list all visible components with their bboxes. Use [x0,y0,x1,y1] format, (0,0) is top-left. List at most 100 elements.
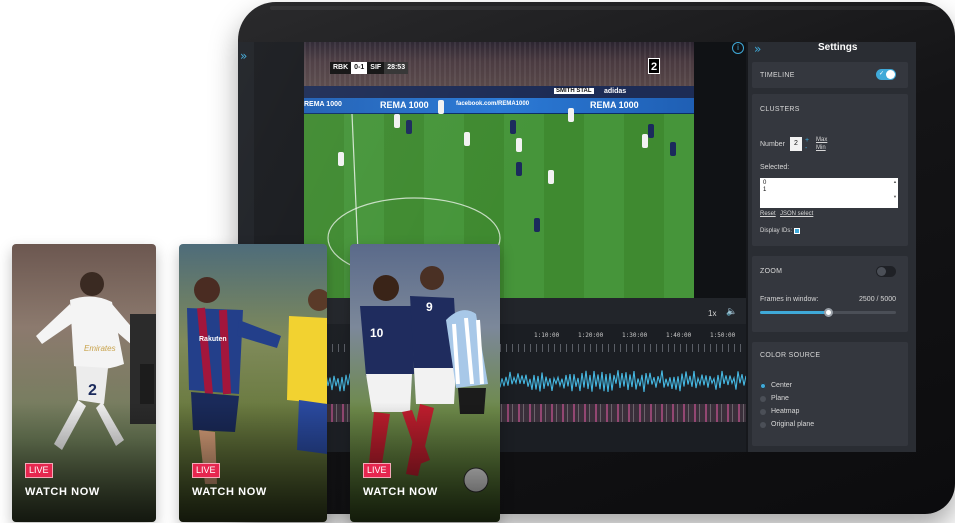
radio-button[interactable] [760,408,766,415]
frames-label: Frames in window: [760,296,819,303]
tick-label: 1:20:00 [578,332,604,339]
ad-facebook: facebook.com/REMA1000 [456,101,530,107]
player [406,120,412,134]
clusters-label: CLUSTERS [760,106,800,113]
card-gradient [12,402,156,522]
double-chevron-right-icon[interactable]: » [754,42,761,56]
player [438,100,444,114]
player [516,138,522,152]
live-card-2[interactable]: Rakuten LIVE WATCH NOW [179,244,327,522]
tick-label: 1:10:00 [534,332,560,339]
scoreboard-score: 0-1 [351,62,368,74]
radio-button[interactable] [760,395,766,402]
json-select-link[interactable]: JSON select [780,211,813,217]
double-chevron-right-icon[interactable]: » [240,50,247,62]
increment-icon[interactable]: + [805,137,809,144]
settings-panel: » Settings TIMELINE ✓ CLUSTERS Number 2 … [748,42,916,452]
radio-option-heatmap[interactable]: Heatmap [760,408,799,415]
reset-link[interactable]: Reset [760,211,776,217]
ad-smith: SMITH STAL [554,88,594,94]
scroll-arrows-icon[interactable]: ▲ ▼ [893,179,897,199]
zoom-label: ZOOM [760,268,783,275]
cluster-strip [254,404,746,422]
max-link[interactable]: Max [816,137,827,143]
jersey-sponsor: Emirates [84,344,116,353]
ad-adidas: adidas [604,88,627,95]
min-link[interactable]: Min [816,145,826,151]
tick-label: 1:50:00 [710,332,736,339]
audio-waveform [254,370,746,392]
live-card-1[interactable]: Emirates 2 LIVE WATCH NOW [12,244,156,522]
number-label: Number [760,141,785,148]
jersey-number: 10 [370,326,384,340]
scoreboard-time: 28:53 [384,62,409,74]
timeline-toggle[interactable]: ✓ [876,69,896,80]
ad-rema-center: REMA 1000 [380,100,429,110]
check-icon: ✓ [879,71,885,77]
video-letterbox [694,42,746,298]
watch-now-link[interactable]: WATCH NOW [25,486,100,498]
jersey-sponsor: Rakuten [199,336,227,343]
adboard-upper: adidas SMITH STAL [304,86,694,98]
frames-value: 2500 / 5000 [859,296,896,303]
radio-label: Heatmap [771,408,800,415]
toggle-knob [877,267,886,276]
player [670,142,676,156]
display-ids-label: Display IDs: [760,228,793,234]
player [464,132,470,146]
scoreboard-away: SIF [370,64,382,71]
player [548,170,554,184]
radio-button[interactable] [760,421,766,428]
radio-option-plane[interactable]: Plane [760,395,789,402]
selected-clusters-textarea[interactable]: 0 1 ▲ ▼ [760,178,898,208]
live-badge: LIVE [192,463,220,478]
scoreboard-home: RBK [333,64,349,71]
channel-badge: 2 [648,58,660,74]
watch-now-link[interactable]: WATCH NOW [192,486,267,498]
radio-label: Original plane [771,421,815,428]
live-card-3[interactable]: 10 9 LIVE WATCH NOW [350,244,500,522]
radio-label: Plane [771,395,789,402]
volume-icon[interactable]: 🔈 [726,307,737,317]
tick-label: 1:40:00 [666,332,692,339]
player [568,108,574,122]
timeline-ruler [254,344,746,352]
player [394,114,400,128]
player [338,152,344,166]
card-gradient [179,402,327,522]
device-bezel-highlight [270,6,940,10]
timeline-card: TIMELINE ✓ [752,62,908,88]
playback-speed[interactable]: 1x [708,309,716,318]
scoreboard: RBK 0-1 SIF 28:53 [330,62,409,74]
jersey-number: 2 [88,382,97,399]
frames-slider[interactable] [760,308,896,317]
settings-title: Settings [818,42,858,53]
timeline-label: TIMELINE [760,72,795,79]
radio-option-center[interactable]: Center [760,382,792,389]
decrement-icon[interactable]: - [805,145,807,152]
info-icon[interactable]: i [732,42,744,54]
radio-button[interactable] [760,382,766,389]
player [534,218,540,232]
radio-option-original-plane[interactable]: Original plane [760,421,814,428]
cluster-number-input[interactable]: 2 [790,137,802,151]
display-ids-checkbox[interactable] [794,228,800,234]
selected-label: Selected: [760,164,790,171]
slider-handle[interactable] [824,308,833,317]
color-source-label: COLOR SOURCE [760,352,821,359]
toggle-knob [886,70,895,79]
selected-value: 0 [763,180,767,186]
tick-label: 1:30:00 [622,332,648,339]
player [516,162,522,176]
live-badge: LIVE [25,463,53,478]
timeline-panel[interactable]: 1:10:00 1:20:00 1:30:00 1:40:00 1:50:00 [254,324,746,452]
slider-fill [760,311,828,314]
zoom-card: ZOOM Frames in window: 2500 / 5000 [752,256,908,332]
live-badge: LIVE [363,463,391,478]
ad-rema-left: REMA 1000 [304,101,342,108]
adboard-main: REMA 1000 REMA 1000 facebook.com/REMA100… [304,98,694,114]
watch-now-link[interactable]: WATCH NOW [363,486,438,498]
zoom-toggle[interactable] [876,266,896,277]
app-screen: » adidas SMITH STAL REMA 1000 REMA 1000 … [238,42,916,452]
color-source-card: COLOR SOURCE Center Plane Heatmap Origin… [752,342,908,446]
